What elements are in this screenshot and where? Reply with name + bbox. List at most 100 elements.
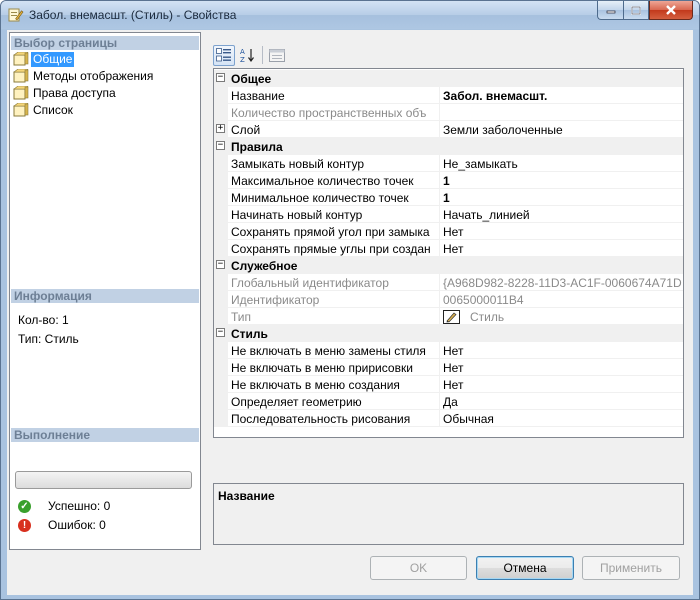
property-value-cell: Стиль — [443, 308, 683, 325]
collapse-toggle-icon[interactable]: − — [216, 73, 225, 82]
property-row[interactable]: Замыкать новый контур Не_замыкать — [214, 155, 683, 172]
property-name: Глобальный идентификатор — [231, 276, 389, 290]
category-name: Стиль — [231, 327, 268, 341]
property-row[interactable]: Последовательность рисования Обычная — [214, 410, 683, 427]
button-bar: OK Отмена Применить — [7, 549, 693, 595]
column-divider[interactable] — [439, 393, 440, 410]
property-value: Нет — [443, 361, 464, 375]
property-value: Начать_линией — [443, 208, 530, 222]
category-row[interactable]: − Стиль — [214, 325, 683, 342]
category-row[interactable]: − Правила — [214, 138, 683, 155]
close-button[interactable] — [649, 1, 693, 20]
column-divider[interactable] — [439, 121, 440, 138]
column-divider[interactable] — [439, 223, 440, 240]
property-name: Не включать в меню создания — [231, 378, 400, 392]
title-bar[interactable]: Забол. внемасшт. (Стиль) - Свойства — [1, 1, 699, 29]
description-panel: Название — [213, 483, 684, 545]
property-row[interactable]: Не включать в меню замены стиля Нет — [214, 342, 683, 359]
column-divider[interactable] — [439, 189, 440, 206]
nav-item-label: Список — [33, 102, 73, 117]
property-row[interactable]: Начинать новый контур Начать_линией — [214, 206, 683, 223]
category-row[interactable]: − Служебное — [214, 257, 683, 274]
property-row[interactable]: Тип Стиль — [214, 308, 683, 325]
expand-toggle-icon[interactable]: + — [216, 124, 225, 133]
column-divider[interactable] — [439, 376, 440, 393]
property-name: Слой — [231, 123, 261, 137]
column-divider[interactable] — [439, 342, 440, 359]
property-name: Тип — [231, 310, 252, 324]
row-gutter — [214, 376, 228, 393]
category-row[interactable]: − Общее — [214, 70, 683, 87]
page-icon — [13, 69, 29, 83]
collapse-toggle-icon[interactable]: − — [216, 328, 225, 337]
property-row[interactable]: Глобальный идентификатор {A968D982-8228-1… — [214, 274, 683, 291]
row-gutter — [214, 189, 228, 206]
info-count: Кол-во: 1 — [18, 313, 69, 327]
nav-item-display-methods[interactable]: Методы отображения — [13, 68, 155, 84]
column-divider[interactable] — [439, 359, 440, 376]
property-row[interactable]: Идентификатор 0065000011B4 — [214, 291, 683, 308]
property-value: Земли заболоченные — [443, 123, 563, 137]
error-count: Ошибок: 0 — [48, 518, 106, 532]
info-header: Информация — [11, 289, 199, 303]
properties-window: Забол. внемасшт. (Стиль) - Свойства Выбо… — [0, 0, 700, 600]
property-name: Начинать новый контур — [231, 208, 363, 222]
property-value: Обычная — [443, 412, 494, 426]
nav-item-access-rights[interactable]: Права доступа — [13, 85, 118, 101]
toolbar-separator — [262, 46, 263, 64]
property-row[interactable]: Не включать в меню создания Нет — [214, 376, 683, 393]
column-divider[interactable] — [439, 155, 440, 172]
ok-button[interactable]: OK — [370, 556, 467, 580]
property-name: Последовательность рисования — [231, 412, 411, 426]
category-name: Служебное — [231, 259, 298, 273]
column-divider[interactable] — [439, 206, 440, 223]
info-type: Тип: Стиль — [18, 332, 79, 346]
column-divider[interactable] — [439, 87, 440, 104]
property-name: Замыкать новый контур — [231, 157, 364, 171]
error-exclamation-icon: ! — [18, 518, 31, 532]
property-row[interactable]: Название Забол. внемасшт. — [214, 87, 683, 104]
column-divider[interactable] — [439, 104, 440, 121]
column-divider[interactable] — [439, 172, 440, 189]
category-name: Общее — [231, 72, 272, 86]
property-row[interactable]: Сохранять прямые углы при создан Нет — [214, 240, 683, 257]
maximize-button[interactable] — [623, 1, 649, 20]
property-row[interactable]: Сохранять прямой угол при замыка Нет — [214, 223, 683, 240]
nav-item-list[interactable]: Список — [13, 102, 75, 118]
error-status: ! Ошибок: 0 — [18, 518, 106, 532]
row-gutter — [214, 359, 228, 376]
property-value: 1 — [443, 174, 450, 188]
column-divider[interactable] — [439, 274, 440, 291]
property-name: Сохранять прямые углы при создан — [231, 242, 431, 256]
alphabetical-sort-button[interactable]: A Z — [236, 45, 258, 66]
property-row[interactable]: Не включать в меню пририсовки Нет — [214, 359, 683, 376]
property-row[interactable]: Максимальное количество точек 1 — [214, 172, 683, 189]
collapse-toggle-icon[interactable]: − — [216, 260, 225, 269]
column-divider[interactable] — [439, 410, 440, 427]
property-row[interactable]: Минимальное количество точек 1 — [214, 189, 683, 206]
property-grid[interactable]: − Общее Название Забол. внемасшт. Количество… — [213, 68, 684, 438]
property-row[interactable]: Количество пространственных объ — [214, 104, 683, 121]
cancel-button[interactable]: Отмена — [476, 556, 574, 580]
row-gutter — [214, 206, 228, 223]
minimize-button[interactable] — [597, 1, 623, 20]
row-gutter — [214, 104, 228, 121]
property-name: Определяет геометрию — [231, 395, 362, 409]
apply-button[interactable]: Применить — [582, 556, 680, 580]
property-name: Не включать в меню пририсовки — [231, 361, 413, 375]
property-pages-button[interactable] — [266, 45, 288, 66]
categorized-view-button[interactable] — [213, 44, 235, 66]
description-title: Название — [218, 489, 275, 503]
property-name: Не включать в меню замены стиля — [231, 344, 426, 358]
column-divider[interactable] — [439, 291, 440, 308]
column-divider[interactable] — [439, 240, 440, 257]
row-gutter — [214, 155, 228, 172]
property-value: Забол. внемасшт. — [443, 89, 548, 103]
property-row[interactable]: + Слой Земли заболоченные — [214, 121, 683, 138]
category-name: Правила — [231, 140, 283, 154]
property-row[interactable]: Определяет геометрию Да — [214, 393, 683, 410]
collapse-toggle-icon[interactable]: − — [216, 141, 225, 150]
page-icon — [13, 52, 29, 66]
nav-item-general[interactable]: Общие — [13, 51, 75, 67]
column-divider[interactable] — [439, 308, 440, 325]
